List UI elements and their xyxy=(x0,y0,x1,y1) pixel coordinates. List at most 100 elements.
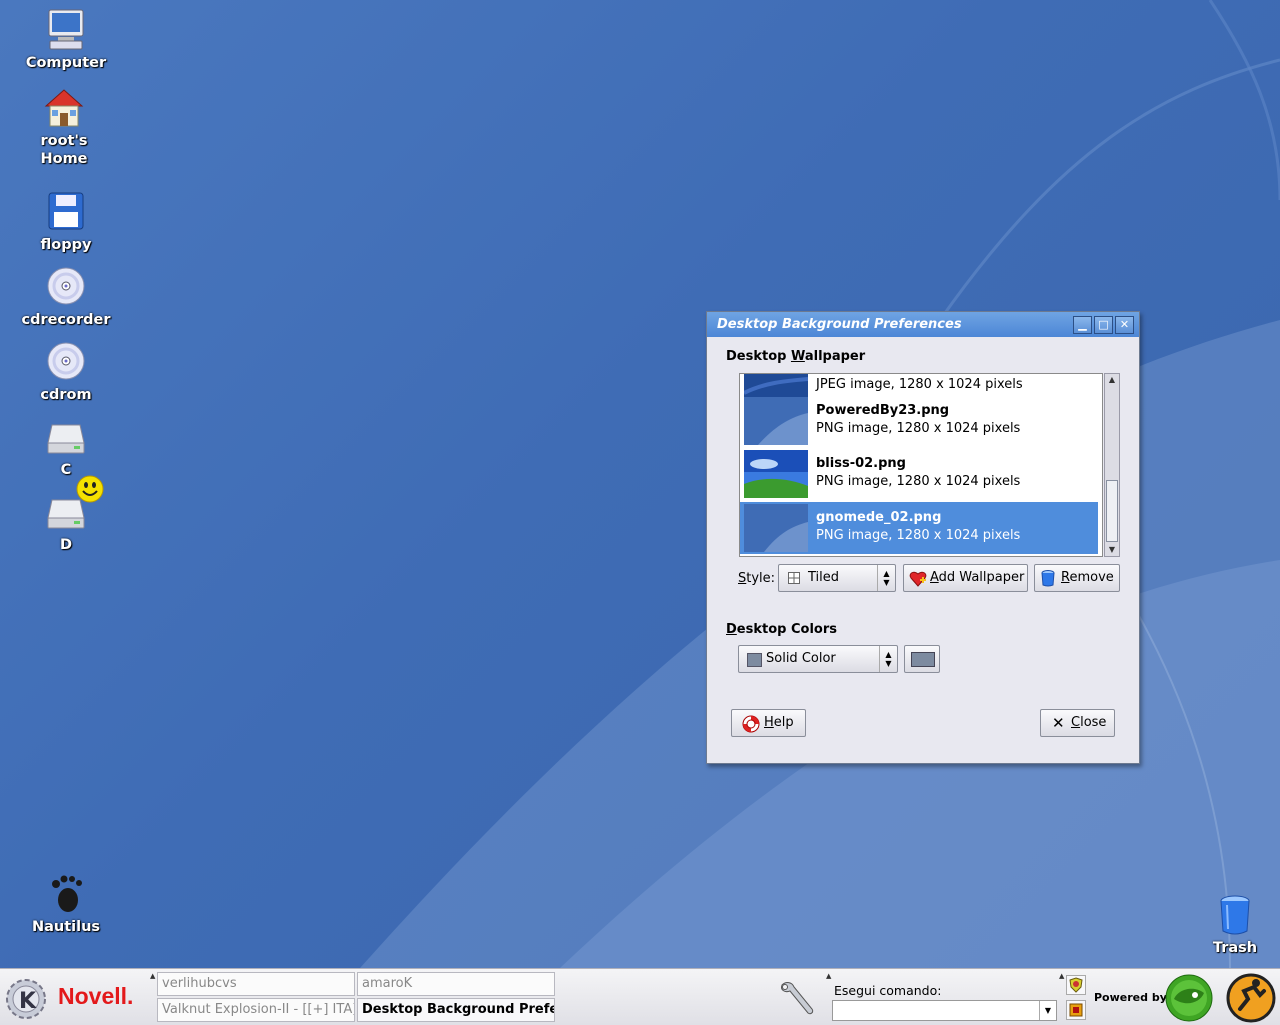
floppy-icon xyxy=(48,192,84,230)
cdrecorder-desktop-icon[interactable]: cdrecorder xyxy=(11,265,121,329)
minimize-icon: ▁ xyxy=(1078,318,1087,331)
colors-section-title: Desktop Colors xyxy=(726,622,837,637)
wallpaper-name: PoweredBy23.png xyxy=(816,403,950,418)
cd-icon xyxy=(47,342,85,380)
desktop-background-preferences-dialog: Desktop Background Preferences ▁ □ ✕ Des… xyxy=(706,311,1140,764)
tray-shield-icon[interactable] xyxy=(1066,975,1086,995)
help-label: Help xyxy=(764,710,794,736)
cdrom-label: cdrom xyxy=(40,387,92,403)
close-button[interactable]: ✕ Close xyxy=(1040,709,1115,737)
wallpaper-desc: JPEG image, 1280 x 1024 pixels xyxy=(816,377,1023,392)
maximize-icon: □ xyxy=(1098,318,1109,331)
nautilus-label: Nautilus xyxy=(31,919,101,935)
minimize-button[interactable]: ▁ xyxy=(1073,316,1092,334)
close-window-button[interactable]: ✕ xyxy=(1115,316,1134,334)
home-desktop-icon[interactable]: root's Home xyxy=(11,86,117,168)
wallpaper-desc: PNG image, 1280 x 1024 pixels xyxy=(816,474,1021,489)
lifebuoy-icon xyxy=(742,715,760,733)
drive-c-desktop-icon[interactable]: C xyxy=(11,415,121,479)
dialog-titlebar[interactable]: Desktop Background Preferences ▁ □ ✕ xyxy=(707,312,1139,337)
close-icon: ✕ xyxy=(1119,318,1130,331)
color-swatch xyxy=(911,652,935,667)
style-combo[interactable]: Tiled ▲ ▼ xyxy=(778,564,896,592)
color-mode-value: Solid Color xyxy=(766,651,836,666)
close-label: Close xyxy=(1071,710,1106,736)
nautilus-desktop-icon[interactable]: Nautilus xyxy=(11,872,121,936)
taskbar-handle-icon[interactable]: ▲ xyxy=(150,972,155,980)
colors-title-mnemonic: D xyxy=(726,622,737,637)
trash-desktop-icon[interactable]: Trash xyxy=(1180,893,1280,957)
list-item-selected[interactable]: gnomede_02.png PNG image, 1280 x 1024 pi… xyxy=(740,502,1098,554)
wallpaper-section-title: Desktop Wallpaper xyxy=(726,349,865,364)
task-verlihubcvs[interactable]: verlihubcvs xyxy=(157,972,355,996)
help-rest: elp xyxy=(773,715,794,730)
task-desktop-background-prefs[interactable]: Desktop Background Prefe xyxy=(357,998,555,1022)
computer-label: Computer xyxy=(25,55,107,71)
tray-app-icon[interactable] xyxy=(1066,1000,1086,1020)
list-item[interactable]: bliss-02.png PNG image, 1280 x 1024 pixe… xyxy=(740,448,1098,500)
wallpaper-title-rest: allpaper xyxy=(804,349,866,364)
run-command-input[interactable]: ▼ xyxy=(832,1000,1057,1021)
wallpaper-thumbnail xyxy=(744,504,808,552)
style-label: Style: xyxy=(738,571,775,586)
floppy-desktop-icon[interactable]: floppy xyxy=(11,190,121,254)
wallpaper-name: bliss-02.png xyxy=(816,456,906,471)
color-mode-combo[interactable]: Solid Color ▲ ▼ xyxy=(738,645,898,673)
wallpaper-thumbnail xyxy=(744,397,808,445)
wallpaper-thumbnail xyxy=(744,450,808,498)
remove-rest: emove xyxy=(1069,570,1114,585)
maximize-button[interactable]: □ xyxy=(1094,316,1113,334)
style-value: Tiled xyxy=(808,570,840,585)
taskbar-handle-icon[interactable]: ▲ xyxy=(1059,972,1064,980)
cd-icon xyxy=(47,267,85,305)
add-wallpaper-button[interactable]: Add Wallpaper xyxy=(903,564,1028,592)
home-icon xyxy=(44,89,84,127)
combo-arrows-icon: ▲ ▼ xyxy=(879,646,897,672)
list-item[interactable]: PoweredBy23.png PNG image, 1280 x 1024 p… xyxy=(740,395,1098,447)
task-amarok[interactable]: amaroK xyxy=(357,972,555,996)
task-valknut[interactable]: Valknut Explosion-II - [[+] ITA] xyxy=(157,998,355,1022)
cdrom-desktop-icon[interactable]: cdrom xyxy=(11,340,121,404)
wrench-icon[interactable] xyxy=(776,979,818,1019)
home-label: root's Home xyxy=(40,133,88,167)
color-picker-button[interactable] xyxy=(904,645,940,673)
wallpaper-title-prefix: Desktop xyxy=(726,349,791,364)
taskbar-handle-icon[interactable]: ▲ xyxy=(826,972,831,980)
novell-logo[interactable]: Novell. xyxy=(58,983,133,1010)
dialog-title: Desktop Background Preferences xyxy=(717,317,962,332)
colors-title-rest: esktop Colors xyxy=(736,622,837,637)
svg-text:K: K xyxy=(19,989,37,1014)
scroll-down-arrow-icon[interactable]: ▼ xyxy=(1105,544,1119,556)
trash-label: Trash xyxy=(1212,940,1258,956)
gnome-foot-icon xyxy=(52,875,82,912)
trash-icon xyxy=(1220,895,1250,935)
wallpaper-list[interactable]: JPEG image, 1280 x 1024 pixels PoweredBy… xyxy=(739,373,1103,557)
remove-button[interactable]: Remove xyxy=(1034,564,1120,592)
style-label-rest: tyle: xyxy=(746,571,776,586)
scroll-up-arrow-icon[interactable]: ▲ xyxy=(1105,374,1119,386)
computer-desktop-icon[interactable]: Computer xyxy=(11,8,121,72)
wallpaper-desc: PNG image, 1280 x 1024 pixels xyxy=(816,421,1021,436)
solid-color-icon xyxy=(747,653,762,667)
wallpaper-list-scrollbar[interactable]: ▲ ▼ xyxy=(1104,373,1120,557)
wallpaper-title-mnemonic: W xyxy=(790,349,805,364)
user-switch-icon[interactable] xyxy=(1226,973,1276,1023)
run-command-label: Esegui comando: xyxy=(834,983,942,998)
scrollbar-thumb[interactable] xyxy=(1106,480,1118,542)
chevron-down-icon[interactable]: ▼ xyxy=(1039,1001,1056,1020)
help-mnemonic: H xyxy=(764,715,774,730)
help-button[interactable]: Help xyxy=(731,709,806,737)
close-mnemonic: C xyxy=(1071,715,1081,730)
close-rest: lose xyxy=(1080,715,1107,730)
combo-arrows-icon: ▲ ▼ xyxy=(877,565,895,591)
add-wallpaper-label: Add Wallpaper xyxy=(930,565,1024,591)
drive-d-desktop-icon[interactable]: D xyxy=(11,490,121,554)
kde-k-menu-icon[interactable]: K xyxy=(4,977,48,1021)
drive-d-label: D xyxy=(59,537,73,553)
wallpaper-name: gnomede_02.png xyxy=(816,510,942,525)
close-x-icon: ✕ xyxy=(1052,714,1065,732)
tiled-icon xyxy=(788,572,800,584)
add-wallpaper-rest: dd Wallpaper xyxy=(938,570,1025,585)
wallpaper-desc: PNG image, 1280 x 1024 pixels xyxy=(816,528,1021,543)
computer-icon xyxy=(48,9,84,50)
